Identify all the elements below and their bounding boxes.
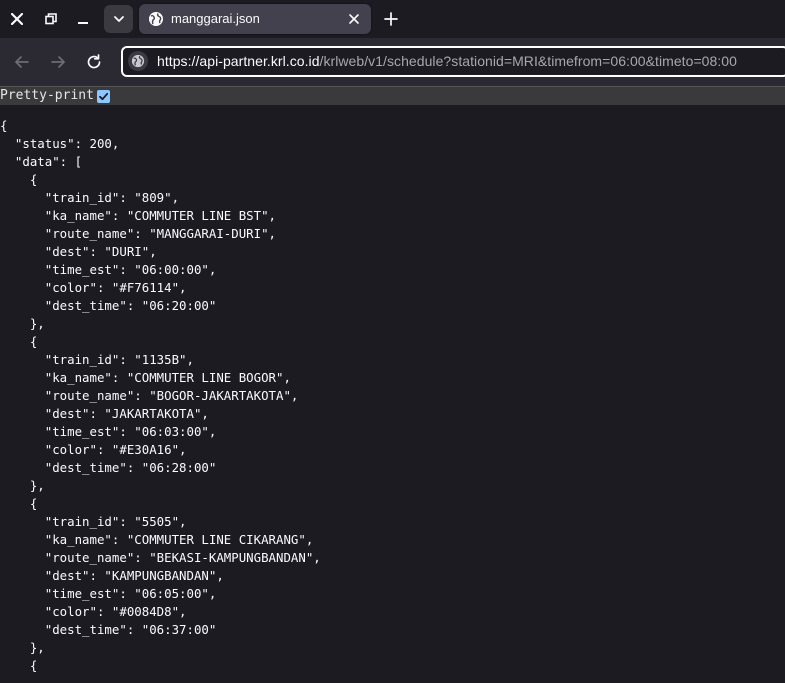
json-line: }, — [0, 316, 45, 331]
json-line: "dest": "JAKARTAKOTA", — [0, 406, 209, 421]
pretty-print-label: Pretty-print — [0, 88, 94, 103]
json-line: "route_name": "MANGGARAI-DURI", — [0, 226, 277, 241]
minimize-icon — [78, 22, 88, 24]
json-line: "time_est": "06:05:00", — [0, 586, 217, 601]
json-line: "color": "#E30A16", — [0, 442, 187, 457]
json-line: "route_name": "BOGOR-JAKARTAKOTA", — [0, 388, 299, 403]
pretty-print-checkbox[interactable] — [97, 90, 110, 103]
json-line: "route_name": "BEKASI-KAMPUNGBANDAN", — [0, 550, 321, 565]
close-window-button[interactable] — [4, 5, 30, 33]
json-line: { — [0, 118, 8, 133]
url-host: https://api-partner.krl.co.id — [157, 53, 320, 69]
minimize-window-button[interactable] — [70, 5, 96, 33]
json-line: "train_id": "1135B", — [0, 352, 194, 367]
json-line: "time_est": "06:00:00", — [0, 262, 217, 277]
raw-json-toolbar: Pretty-print — [0, 86, 785, 106]
json-line: "data": [ — [0, 154, 83, 169]
json-line: "color": "#F76114", — [0, 280, 187, 295]
site-info-button[interactable] — [128, 51, 148, 71]
json-line: "ka_name": "COMMUTER LINE BOGOR", — [0, 370, 291, 385]
restore-window-button[interactable] — [38, 5, 64, 33]
json-content: { "status": 200, "data": [ { "train_id":… — [0, 117, 321, 675]
forward-arrow-icon[interactable] — [49, 53, 67, 71]
json-line: "status": 200, — [0, 136, 120, 151]
url-bar[interactable]: https://api-partner.krl.co.id/krlweb/v1/… — [121, 46, 785, 77]
chevron-down-icon — [113, 16, 124, 22]
navigation-toolbar: https://api-partner.krl.co.id/krlweb/v1/… — [0, 38, 785, 86]
tab-close-icon[interactable] — [347, 12, 361, 26]
json-line: "ka_name": "COMMUTER LINE BST", — [0, 208, 277, 223]
json-line: "dest": "KAMPUNGBANDAN", — [0, 568, 224, 583]
globe-icon — [131, 54, 145, 68]
globe-icon — [149, 12, 163, 26]
tab-strip: manggarai.json — [0, 0, 785, 38]
json-line: }, — [0, 640, 45, 655]
checkmark-icon — [99, 92, 109, 101]
json-line: "dest_time": "06:20:00" — [0, 298, 217, 313]
json-line: { — [0, 496, 38, 511]
reload-icon[interactable] — [85, 53, 103, 71]
json-line: "dest": "DURI", — [0, 244, 157, 259]
url-path: /krlweb/v1/schedule?stationid=MRI&timefr… — [319, 53, 737, 69]
tab-title: manggarai.json — [171, 11, 260, 26]
back-arrow-icon[interactable] — [13, 53, 31, 71]
json-line: "time_est": "06:03:00", — [0, 424, 217, 439]
json-line: "dest_time": "06:28:00" — [0, 460, 217, 475]
json-line: "dest_time": "06:37:00" — [0, 622, 217, 637]
list-all-tabs-button[interactable] — [104, 5, 133, 33]
json-line: { — [0, 334, 38, 349]
json-line: "color": "#0084D8", — [0, 604, 187, 619]
json-line: "train_id": "809", — [0, 190, 180, 205]
tab-manggarai-json[interactable]: manggarai.json — [139, 4, 371, 34]
new-tab-icon[interactable] — [383, 11, 399, 27]
json-line: { — [0, 658, 38, 673]
json-line: }, — [0, 478, 45, 493]
json-line: { — [0, 172, 38, 187]
url-text[interactable]: https://api-partner.krl.co.id/krlweb/v1/… — [157, 53, 737, 69]
json-line: "train_id": "5505", — [0, 514, 187, 529]
restore-icon — [45, 13, 57, 25]
close-icon — [11, 13, 23, 25]
json-line: "ka_name": "COMMUTER LINE CIKARANG", — [0, 532, 314, 547]
